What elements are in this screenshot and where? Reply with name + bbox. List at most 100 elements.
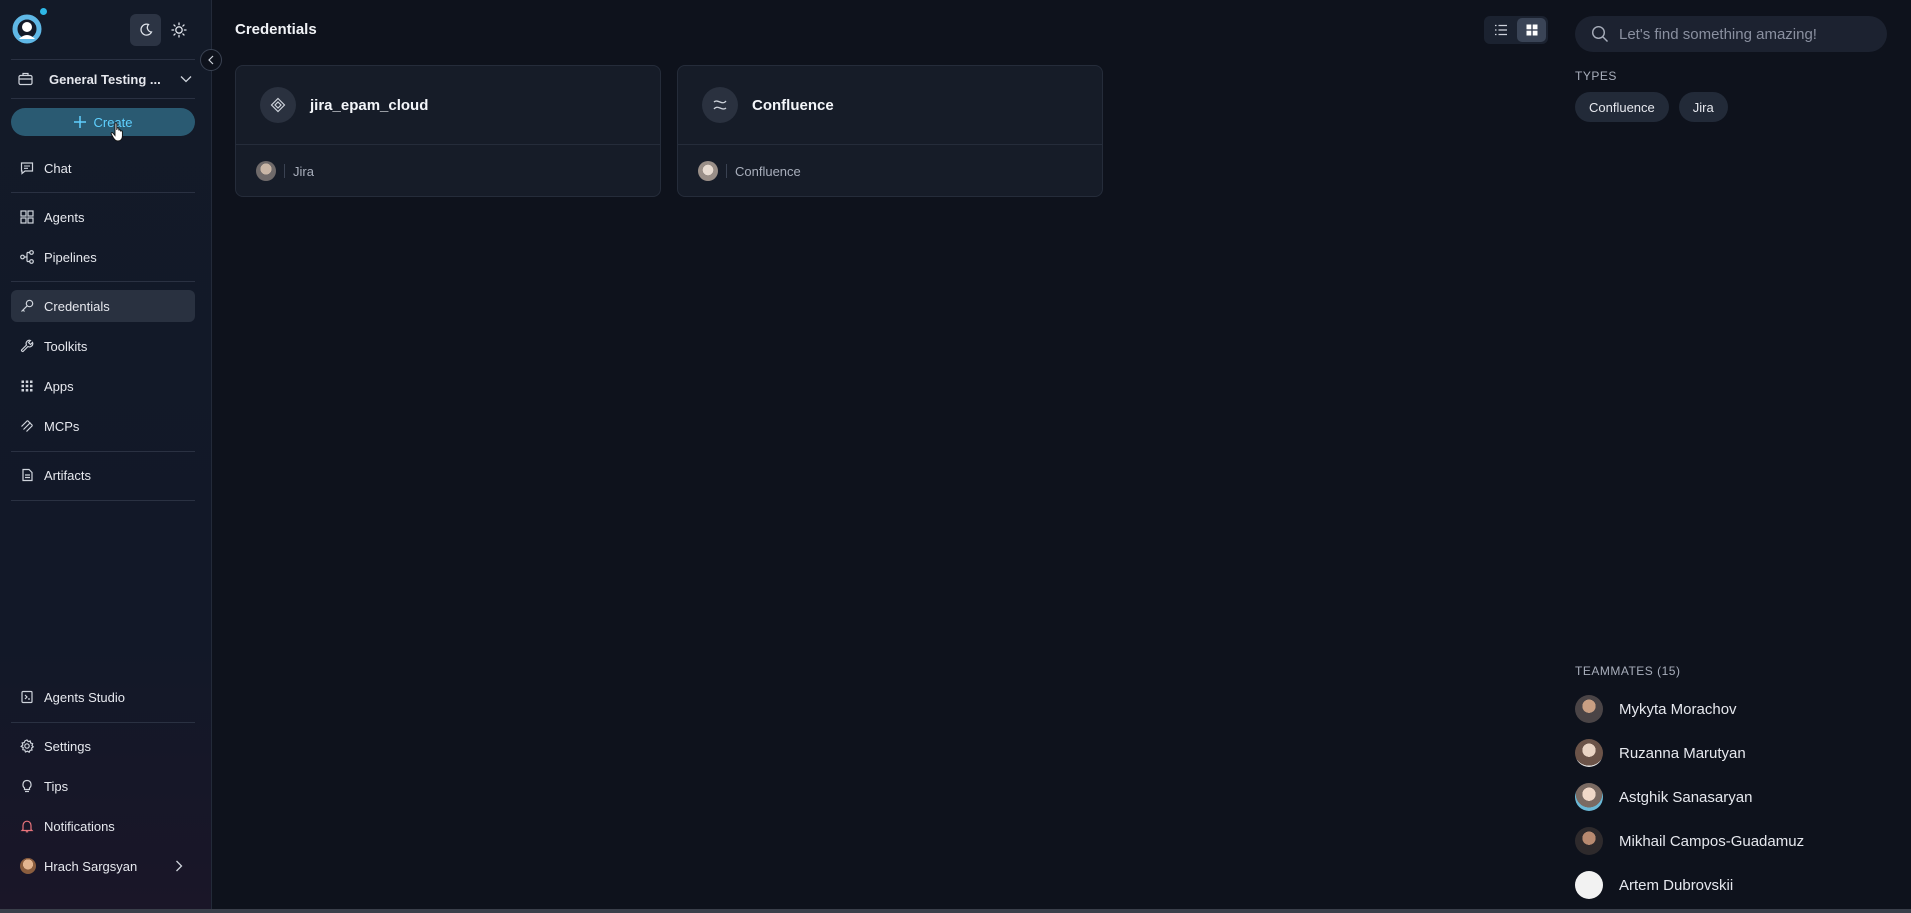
card-header: Confluence: [678, 66, 1102, 145]
credential-card[interactable]: Confluence Confluence: [677, 65, 1103, 197]
nav-agents-label: Agents: [44, 209, 85, 225]
teammates-heading: TEAMMATES (15): [1575, 664, 1681, 678]
hand-cursor-icon: [110, 122, 123, 142]
nav-agents-studio[interactable]: Agents Studio: [11, 681, 195, 713]
grid-icon: [20, 210, 34, 224]
nav-mcps[interactable]: MCPs: [11, 410, 195, 442]
chevron-right-icon: [176, 860, 183, 872]
nav-tips-label: Tips: [44, 778, 69, 794]
type-chip-jira[interactable]: Jira: [1678, 92, 1728, 122]
list-view-button[interactable]: [1486, 18, 1515, 42]
nav-pipelines[interactable]: Pipelines: [11, 241, 195, 273]
nav-apps-label: Apps: [44, 378, 74, 394]
nav-agents-studio-label: Agents Studio: [44, 689, 125, 705]
bell-icon: [20, 819, 34, 833]
page-title: Credentials: [235, 21, 317, 38]
nav-artifacts[interactable]: Artifacts: [11, 459, 195, 491]
nav-notifications-label: Notifications: [44, 818, 115, 834]
chevron-left-icon: [208, 55, 214, 65]
nav-settings-label: Settings: [44, 738, 91, 754]
gear-icon: [20, 739, 34, 753]
card-title: Confluence: [752, 96, 834, 114]
search-input[interactable]: [1619, 25, 1879, 43]
project-name: General Testing ...: [49, 71, 161, 87]
nav-artifacts-label: Artifacts: [44, 467, 91, 483]
card-header: jira_epam_cloud: [236, 66, 660, 145]
app-logo[interactable]: [12, 14, 42, 44]
nav-chat-label: Chat: [44, 160, 72, 176]
teammate-avatar: [1575, 827, 1603, 855]
divider: [11, 59, 195, 60]
nav-agents[interactable]: Agents: [11, 201, 195, 233]
confluence-icon: [702, 87, 738, 123]
teammate-item[interactable]: Mykyta Morachov: [1575, 695, 1737, 723]
teammate-item[interactable]: Astghik Sanasaryan: [1575, 783, 1752, 811]
studio-icon: [20, 690, 34, 704]
nav-pipelines-label: Pipelines: [44, 249, 97, 265]
chat-icon: [20, 161, 34, 175]
search-box: [1575, 16, 1887, 52]
nav-credentials-label: Credentials: [44, 298, 110, 314]
grid-view-button[interactable]: [1517, 18, 1546, 42]
nav-toolkits-label: Toolkits: [44, 338, 88, 354]
credential-card[interactable]: jira_epam_cloud Jira: [235, 65, 661, 197]
window-bottom-edge: [0, 909, 1911, 913]
lightbulb-icon: [20, 779, 34, 793]
user-avatar: [20, 858, 36, 874]
card-type: Jira: [293, 163, 314, 179]
nav-settings[interactable]: Settings: [11, 730, 195, 762]
separator: [726, 164, 727, 178]
search-icon: [1591, 25, 1608, 42]
list-icon: [1494, 24, 1507, 36]
nav-chat[interactable]: Chat: [11, 152, 195, 184]
teammate-avatar: [1575, 783, 1603, 811]
project-selector[interactable]: General Testing ...: [18, 68, 192, 90]
theme-toggle: [130, 14, 194, 46]
teammate-item[interactable]: Mikhail Campos-Guadamuz: [1575, 827, 1804, 855]
teammate-item[interactable]: Ruzanna Marutyan: [1575, 739, 1746, 767]
card-title: jira_epam_cloud: [310, 96, 429, 114]
teammate-item[interactable]: Artem Dubrovskii: [1575, 871, 1733, 899]
card-footer: Confluence: [678, 145, 1102, 197]
light-mode-button[interactable]: [163, 14, 194, 46]
teammate-name: Mikhail Campos-Guadamuz: [1619, 832, 1805, 850]
divider: [11, 722, 195, 723]
apps-icon: [20, 379, 34, 393]
card-footer: Jira: [236, 145, 660, 197]
mcp-icon: [20, 419, 34, 433]
teammate-avatar: [1575, 739, 1603, 767]
plus-icon: [74, 116, 87, 128]
type-chip-confluence[interactable]: Confluence: [1575, 92, 1669, 122]
jira-icon: [260, 87, 296, 123]
sidebar: General Testing ... Create Chat Agents P…: [0, 0, 212, 913]
type-filters: Confluence Jira: [1575, 92, 1728, 122]
author-avatar: [256, 161, 276, 181]
grid-view-icon: [1526, 24, 1537, 36]
nav-credentials[interactable]: Credentials: [11, 290, 195, 322]
sun-icon: [170, 22, 187, 38]
wrench-icon: [20, 339, 34, 353]
document-icon: [20, 468, 34, 482]
teammate-name: Artem Dubrovskii: [1619, 876, 1734, 894]
nav-notifications[interactable]: Notifications: [11, 810, 195, 842]
nav-mcps-label: MCPs: [44, 418, 80, 434]
nav-apps[interactable]: Apps: [11, 370, 195, 402]
teammate-avatar: [1575, 871, 1603, 899]
user-name: Hrach Sargsyan: [44, 858, 138, 874]
dark-mode-button[interactable]: [130, 14, 161, 46]
view-toggle: [1484, 16, 1548, 44]
divider: [11, 281, 195, 282]
divider: [11, 500, 195, 501]
nav-tips[interactable]: Tips: [11, 770, 195, 802]
teammate-name: Ruzanna Marutyan: [1619, 744, 1746, 762]
divider: [11, 98, 195, 99]
collapse-sidebar-button[interactable]: [200, 49, 222, 71]
create-button[interactable]: Create: [11, 108, 195, 136]
pipeline-icon: [20, 250, 34, 264]
status-dot: [40, 8, 47, 15]
key-icon: [20, 299, 34, 313]
moon-icon: [139, 23, 152, 36]
user-profile[interactable]: Hrach Sargsyan: [11, 850, 195, 882]
teammate-avatar: [1575, 695, 1603, 723]
nav-toolkits[interactable]: Toolkits: [11, 330, 195, 362]
